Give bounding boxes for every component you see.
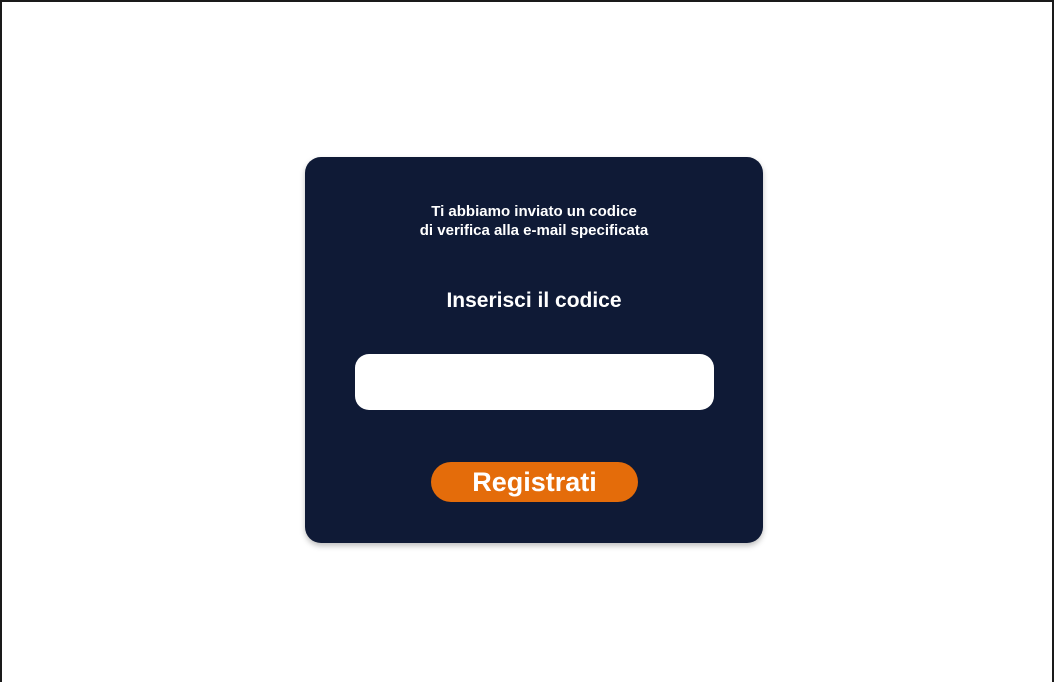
page-frame: Ti abbiamo inviato un codice di verifica… [0, 0, 1054, 682]
verification-code-input[interactable] [355, 354, 714, 410]
verification-message-line-1: Ti abbiamo inviato un codice [431, 203, 637, 220]
register-button[interactable]: Registrati [431, 462, 638, 502]
verification-message: Ti abbiamo inviato un codice di verifica… [305, 202, 763, 240]
verification-card: Ti abbiamo inviato un codice di verifica… [305, 157, 763, 543]
verification-message-line-2: di verifica alla e-mail specificata [419, 222, 649, 239]
enter-code-heading: Inserisci il codice [446, 289, 622, 312]
